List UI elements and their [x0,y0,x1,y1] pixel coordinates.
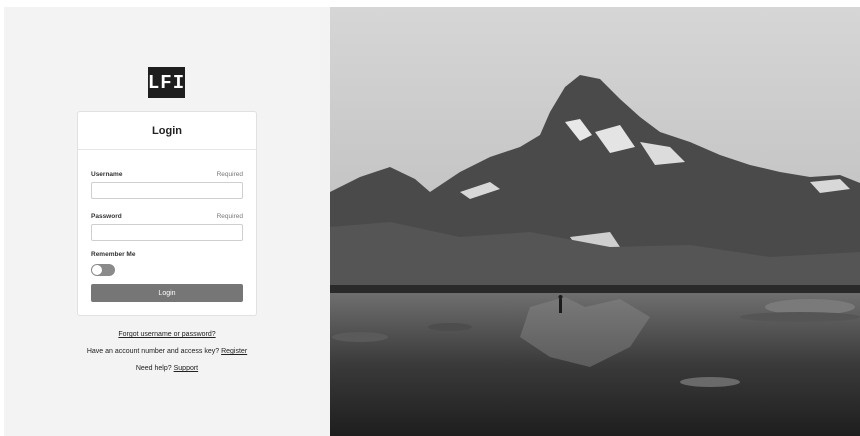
login-button[interactable]: Login [91,284,243,302]
password-input[interactable] [91,224,243,241]
login-card-title: Login [78,112,256,150]
brand-logo: LFI [148,67,185,98]
mountain-lake-photo [330,7,860,436]
remember-me-toggle[interactable] [91,264,115,276]
username-label-row: Username Required [91,171,243,178]
password-label-row: Password Required [91,213,243,220]
username-label: Username [91,171,123,178]
register-prompt: Have an account number and access key? [86,348,220,355]
register-link[interactable]: Register [221,348,247,355]
remember-me-label: Remember Me [91,251,136,258]
login-page: LFI Login Username Required Password Req… [4,7,860,436]
help-prompt: Need help? [135,365,172,372]
password-required-label: Required [216,213,243,220]
login-panel: LFI Login Username Required Password Req… [4,7,330,436]
toggle-knob [92,265,102,275]
register-row: Have an account number and access key? R… [4,348,330,355]
password-label: Password [91,213,122,220]
login-card: Login Username Required Password Require… [77,111,257,316]
username-input[interactable] [91,182,243,199]
forgot-credentials-link[interactable]: Forgot username or password? [118,331,215,338]
support-link[interactable]: Support [174,365,199,372]
help-row: Need help? Support [4,365,330,372]
username-required-label: Required [216,171,243,178]
forgot-row: Forgot username or password? [4,331,330,338]
hero-image-panel [330,7,860,436]
